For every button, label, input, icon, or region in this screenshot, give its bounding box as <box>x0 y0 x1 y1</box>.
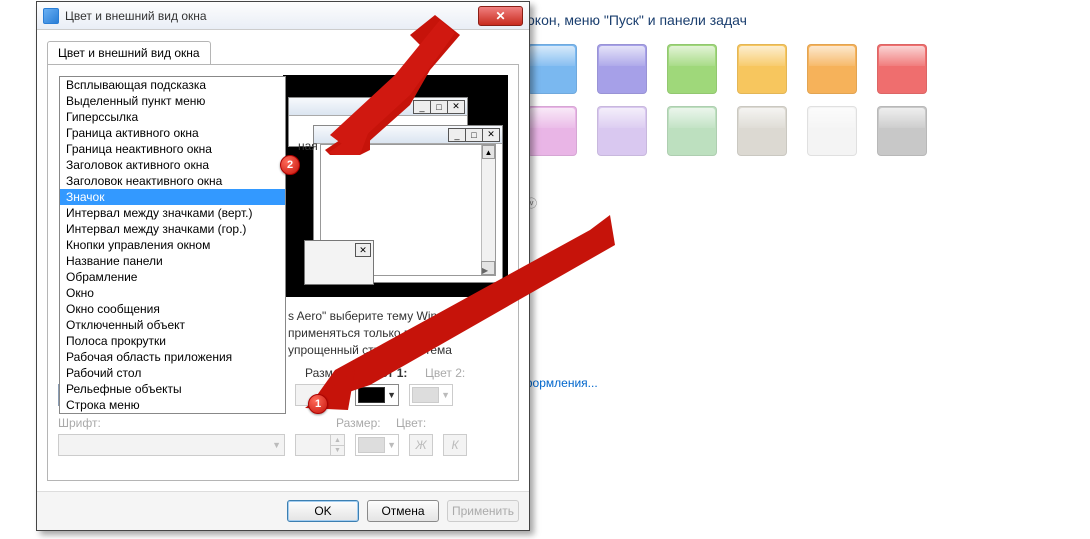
spinner-down-icon: ▼ <box>330 446 344 456</box>
color-swatch[interactable] <box>527 44 577 94</box>
appearance-dialog: Цвет и внешний вид окна ✕ Цвет и внешний… <box>36 1 530 531</box>
close-button[interactable]: ✕ <box>478 6 523 26</box>
color-swatch[interactable] <box>737 44 787 94</box>
color1-label: Цвет 1: <box>365 366 415 380</box>
preview-message-box: ✕ <box>304 240 374 285</box>
font-size-label: Размер: <box>336 416 386 430</box>
maximize-icon: □ <box>430 100 448 114</box>
minimize-icon: _ <box>448 128 466 142</box>
color2-swatch <box>412 387 439 403</box>
titlebar: Цвет и внешний вид окна ✕ <box>37 2 529 30</box>
window-title: Цвет и внешний вид окна <box>65 9 478 23</box>
ok-button[interactable]: OK <box>287 500 359 522</box>
color-swatch[interactable] <box>667 44 717 94</box>
dialog-content: _ □ ✕ _ □ ✕ ▲ ▶ ✕ <box>47 64 519 481</box>
color2-label: Цвет 2: <box>425 366 475 380</box>
italic-button: К <box>443 434 467 456</box>
cancel-button[interactable]: Отмена <box>367 500 439 522</box>
close-icon: ✕ <box>482 128 500 142</box>
list-item[interactable]: Окно <box>60 285 285 301</box>
list-item[interactable]: Интервал между значками (гор.) <box>60 221 285 237</box>
preview-caption-fragment: ная <box>298 139 318 153</box>
list-item[interactable]: Отключенный объект <box>60 317 285 333</box>
color-swatch[interactable] <box>807 44 857 94</box>
color-swatch[interactable] <box>527 106 577 156</box>
color-swatch[interactable] <box>737 106 787 156</box>
list-item[interactable]: Граница неактивного окна <box>60 141 285 157</box>
list-item[interactable]: Строка меню <box>60 397 285 413</box>
list-item[interactable]: Интервал между значками (верт.) <box>60 205 285 221</box>
list-item[interactable]: Полоса прокрутки <box>60 333 285 349</box>
color1-picker[interactable]: ▼ <box>355 384 399 406</box>
list-item[interactable]: Значок <box>60 189 285 205</box>
font-color-picker: ▼ <box>355 434 399 456</box>
chevron-down-icon: ▼ <box>387 390 396 400</box>
color-swatch[interactable] <box>667 106 717 156</box>
font-label: Шрифт: <box>58 416 101 430</box>
color-swatches <box>527 44 927 156</box>
scroll-up-icon: ▲ <box>482 145 495 159</box>
font-dropdown: ▼ <box>58 434 285 456</box>
color-swatch[interactable] <box>877 44 927 94</box>
bg-heading-partial: окон, меню "Пуск" и панели задач <box>527 12 747 28</box>
size-label: Размер: <box>305 366 355 380</box>
list-item[interactable]: Гиперссылка <box>60 109 285 125</box>
list-item[interactable]: Кнопки управления окном <box>60 237 285 253</box>
list-item[interactable]: Обрамление <box>60 269 285 285</box>
close-icon: ✕ <box>495 9 505 23</box>
minimize-icon: _ <box>413 100 431 114</box>
list-item[interactable]: Граница активного окна <box>60 125 285 141</box>
info-text: s Aero" выберите тему Windows. применять… <box>288 308 508 358</box>
font-color-swatch <box>358 437 385 453</box>
hint-marker-1: 1 <box>308 394 328 414</box>
list-item[interactable]: Заголовок неактивного окна <box>60 173 285 189</box>
close-icon: ✕ <box>447 100 465 114</box>
list-item[interactable]: Название панели <box>60 253 285 269</box>
font-color-label: Цвет: <box>396 416 446 430</box>
color2-picker: ▼ <box>409 384 453 406</box>
dialog-buttons: OK Отмена Применить <box>37 491 529 530</box>
color-swatch[interactable] <box>807 106 857 156</box>
list-item[interactable]: Выделенный пункт меню <box>60 93 285 109</box>
color-swatch[interactable] <box>877 106 927 156</box>
element-listbox[interactable]: Всплывающая подсказкаВыделенный пункт ме… <box>59 76 286 414</box>
close-icon: ✕ <box>355 243 371 257</box>
tab-appearance[interactable]: Цвет и внешний вид окна <box>47 41 211 65</box>
chevron-down-icon: ▼ <box>441 390 450 400</box>
chevron-down-icon: ▼ <box>387 440 396 450</box>
chevron-down-icon: ▼ <box>272 440 281 450</box>
spinner-down-icon: ▼ <box>330 396 344 406</box>
spinner-up-icon: ▲ <box>330 435 344 446</box>
list-item[interactable]: Рельефные объекты <box>60 381 285 397</box>
maximize-icon: □ <box>465 128 483 142</box>
list-item[interactable]: Окно сообщения <box>60 301 285 317</box>
list-item[interactable]: Всплывающая подсказка <box>60 77 285 93</box>
list-item[interactable]: Рабочая область приложения <box>60 349 285 365</box>
scroll-right-icon: ▶ <box>482 266 488 275</box>
spinner-up-icon: ▲ <box>330 385 344 396</box>
bold-button: Ж <box>409 434 433 456</box>
color-swatch[interactable] <box>597 106 647 156</box>
font-size-spinner: ▲▼ <box>295 434 345 456</box>
apply-button: Применить <box>447 500 519 522</box>
color1-swatch <box>358 387 385 403</box>
hint-marker-2: 2 <box>280 155 300 175</box>
color-swatch[interactable] <box>597 44 647 94</box>
list-item[interactable]: Рабочий стол <box>60 365 285 381</box>
tab-bar: Цвет и внешний вид окна <box>37 30 529 64</box>
window-icon <box>43 8 59 24</box>
list-item[interactable]: Заголовок активного окна <box>60 157 285 173</box>
